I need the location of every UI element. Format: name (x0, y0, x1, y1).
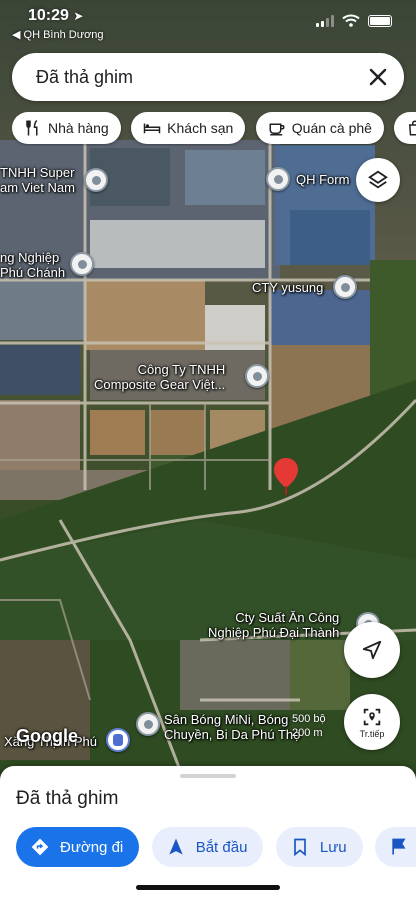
bottom-sheet[interactable]: Đã thả ghim Đường đi Bắt đầu Lưu Th (0, 766, 416, 900)
search-text[interactable]: Đã thả ghim (36, 67, 133, 88)
map-label-text: ng Nghiệp Phú Chánh (0, 250, 66, 280)
shopping-bag-icon (409, 120, 416, 136)
cellular-signal-icon (316, 14, 334, 27)
directions-button[interactable]: Đường đi (16, 827, 140, 867)
navigation-arrow-icon (169, 838, 183, 855)
directions-next-button[interactable]: Tr.tiếp (344, 694, 400, 750)
google-logo: Google (16, 726, 78, 746)
map-label-san-bong[interactable]: Sân Bóng MiNi, Bóng Chuyền, Bi Da Phú Th… (164, 712, 300, 742)
directions-label: Đường đi (60, 838, 124, 856)
flag-icon (392, 838, 406, 855)
chip-restaurants[interactable]: Nhà hàng (12, 112, 121, 144)
status-time: 10:29 ➤ (28, 7, 83, 25)
map-label-text: Cty Suất Ăn Công Nghiệp Phú Đại Thành (208, 610, 340, 640)
map-label-text: Sân Bóng MiNi, Bóng Chuyền, Bi Da Phú Th… (164, 712, 301, 742)
status-icons (316, 14, 392, 27)
map-scale: 500 bộ 200 m (292, 713, 326, 739)
place-pin[interactable] (266, 167, 290, 191)
layers-button[interactable] (356, 158, 400, 202)
chip-shopping[interactable] (394, 112, 416, 144)
more-button[interactable]: Th (375, 827, 416, 867)
wifi-icon (342, 14, 360, 27)
chip-label: Quán cà phê (291, 120, 372, 136)
home-indicator[interactable] (136, 885, 280, 890)
chip-coffee[interactable]: Quán cà phê (255, 112, 384, 144)
chip-label: Nhà hàng (48, 120, 109, 136)
location-arrow-icon (362, 640, 382, 660)
save-label: Lưu (319, 838, 347, 856)
layers-icon (368, 170, 388, 189)
search-bar[interactable]: Đã thả ghim (12, 53, 404, 101)
directions-pin-icon (363, 708, 381, 725)
map-label-text: Công Ty TNHH Composite Gear Việt... (94, 362, 226, 392)
fuel-station-pin[interactable] (106, 728, 130, 752)
coffee-cup-icon (269, 123, 285, 136)
next-label: Tr.tiếp (359, 728, 385, 739)
battery-icon (368, 14, 392, 27)
dropped-pin-icon[interactable] (274, 458, 298, 496)
place-pin[interactable] (84, 168, 108, 192)
place-pin[interactable] (136, 712, 160, 736)
start-label: Bắt đầu (195, 838, 248, 856)
action-buttons: Đường đi Bắt đầu Lưu Th (16, 827, 416, 869)
place-pin[interactable] (245, 364, 269, 388)
map-label-text: TNHH Super am Viet Nam (0, 165, 75, 195)
status-time-text: 10:29 (28, 7, 69, 24)
map-label-phu-chanh[interactable]: ng Nghiệp Phú Chánh (0, 250, 65, 280)
map-label-composite-gear[interactable]: Công Ty TNHH Composite Gear Việt... (94, 362, 225, 392)
my-location-button[interactable] (344, 622, 400, 678)
fork-knife-icon (26, 119, 38, 136)
chip-hotels[interactable]: Khách sạn (131, 112, 246, 144)
bed-icon (143, 123, 161, 134)
sheet-drag-handle[interactable] (180, 774, 236, 778)
place-pin[interactable] (70, 252, 94, 276)
map-label-text: QH Form (296, 172, 350, 187)
sheet-title: Đã thả ghim (16, 788, 119, 809)
map-label-qh-form[interactable]: QH Form (296, 172, 349, 187)
map-label-cty-yusung[interactable]: CTY yusung (252, 280, 323, 295)
category-chips: Nhà hàng Khách sạn Quán cà phê (12, 112, 416, 146)
back-to-app-link[interactable]: ◀ QH Bình Dương (12, 28, 104, 41)
place-pin[interactable] (333, 275, 357, 299)
map-label-text: CTY yusung (252, 280, 324, 295)
map-label-super-vietnam[interactable]: TNHH Super am Viet Nam (0, 165, 75, 195)
directions-icon (31, 838, 49, 856)
map-label-suat-an[interactable]: Cty Suất Ăn Công Nghiệp Phú Đại Thành (208, 610, 339, 640)
status-bar: 10:29 ➤ ◀ QH Bình Dương (0, 0, 416, 44)
save-button[interactable]: Lưu (275, 827, 363, 867)
bookmark-icon (294, 838, 306, 857)
location-arrow-icon: ➤ (73, 9, 84, 23)
close-icon[interactable] (366, 65, 390, 89)
start-button[interactable]: Bắt đầu (151, 827, 264, 867)
chip-label: Khách sạn (167, 120, 234, 136)
